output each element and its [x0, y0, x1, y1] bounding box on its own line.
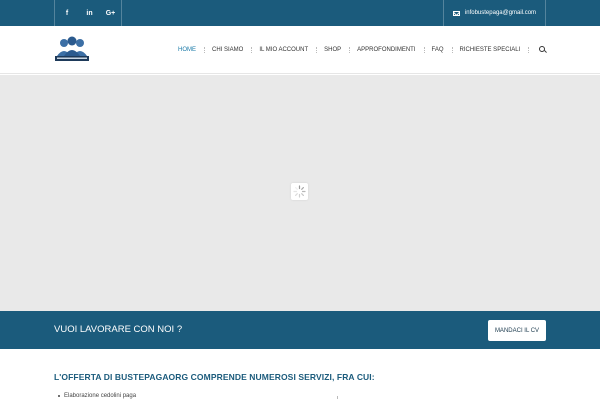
spinner-icon [293, 185, 306, 198]
divider [337, 396, 338, 399]
nav-item-home[interactable]: HOME [170, 43, 204, 57]
top-bar: f in G+ infobustepaga@gmail.com [0, 0, 600, 26]
nav-item-shop[interactable]: SHOP [316, 43, 349, 57]
facebook-icon[interactable]: f [55, 0, 79, 26]
linkedin-icon[interactable]: in [79, 0, 100, 26]
search-icon [538, 45, 548, 55]
offer-list: Elaborazione cedolini paga [58, 393, 136, 399]
send-cv-button[interactable]: MANDACI IL CV [488, 320, 546, 341]
envelope-icon [452, 10, 460, 16]
social-links: f in G+ [54, 0, 122, 26]
loading-spinner [291, 183, 308, 200]
nav-item-il-mio-account[interactable]: IL MIO ACCOUNT [251, 43, 316, 57]
site-logo[interactable] [54, 36, 90, 64]
cta-banner: VUOI LAVORARE CON NOI ? MANDACI IL CV [0, 311, 600, 349]
offer-title: L'OFFERTA DI BUSTEPAGAORG COMPRENDE NUME… [54, 372, 375, 382]
email-link[interactable]: infobustepaga@gmail.com [443, 0, 546, 26]
list-item: Elaborazione cedolini paga [58, 393, 136, 399]
nav-item-approfondimenti[interactable]: APPROFONDIMENTI [349, 43, 423, 57]
site-header: HOME CHI SIAMO IL MIO ACCOUNT SHOP APPRO… [0, 26, 600, 74]
cta-text: VUOI LAVORARE CON NOI ? [54, 324, 183, 335]
main-nav: HOME CHI SIAMO IL MIO ACCOUNT SHOP APPRO… [170, 26, 556, 74]
nav-item-faq[interactable]: FAQ [423, 43, 452, 57]
nav-item-chi-siamo[interactable]: CHI SIAMO [204, 43, 251, 57]
nav-item-richieste-speciali[interactable]: RICHIESTE SPECIALI [451, 43, 529, 57]
email-text: infobustepaga@gmail.com [464, 10, 537, 16]
search-button[interactable] [528, 43, 556, 57]
googleplus-icon[interactable]: G+ [100, 0, 121, 26]
